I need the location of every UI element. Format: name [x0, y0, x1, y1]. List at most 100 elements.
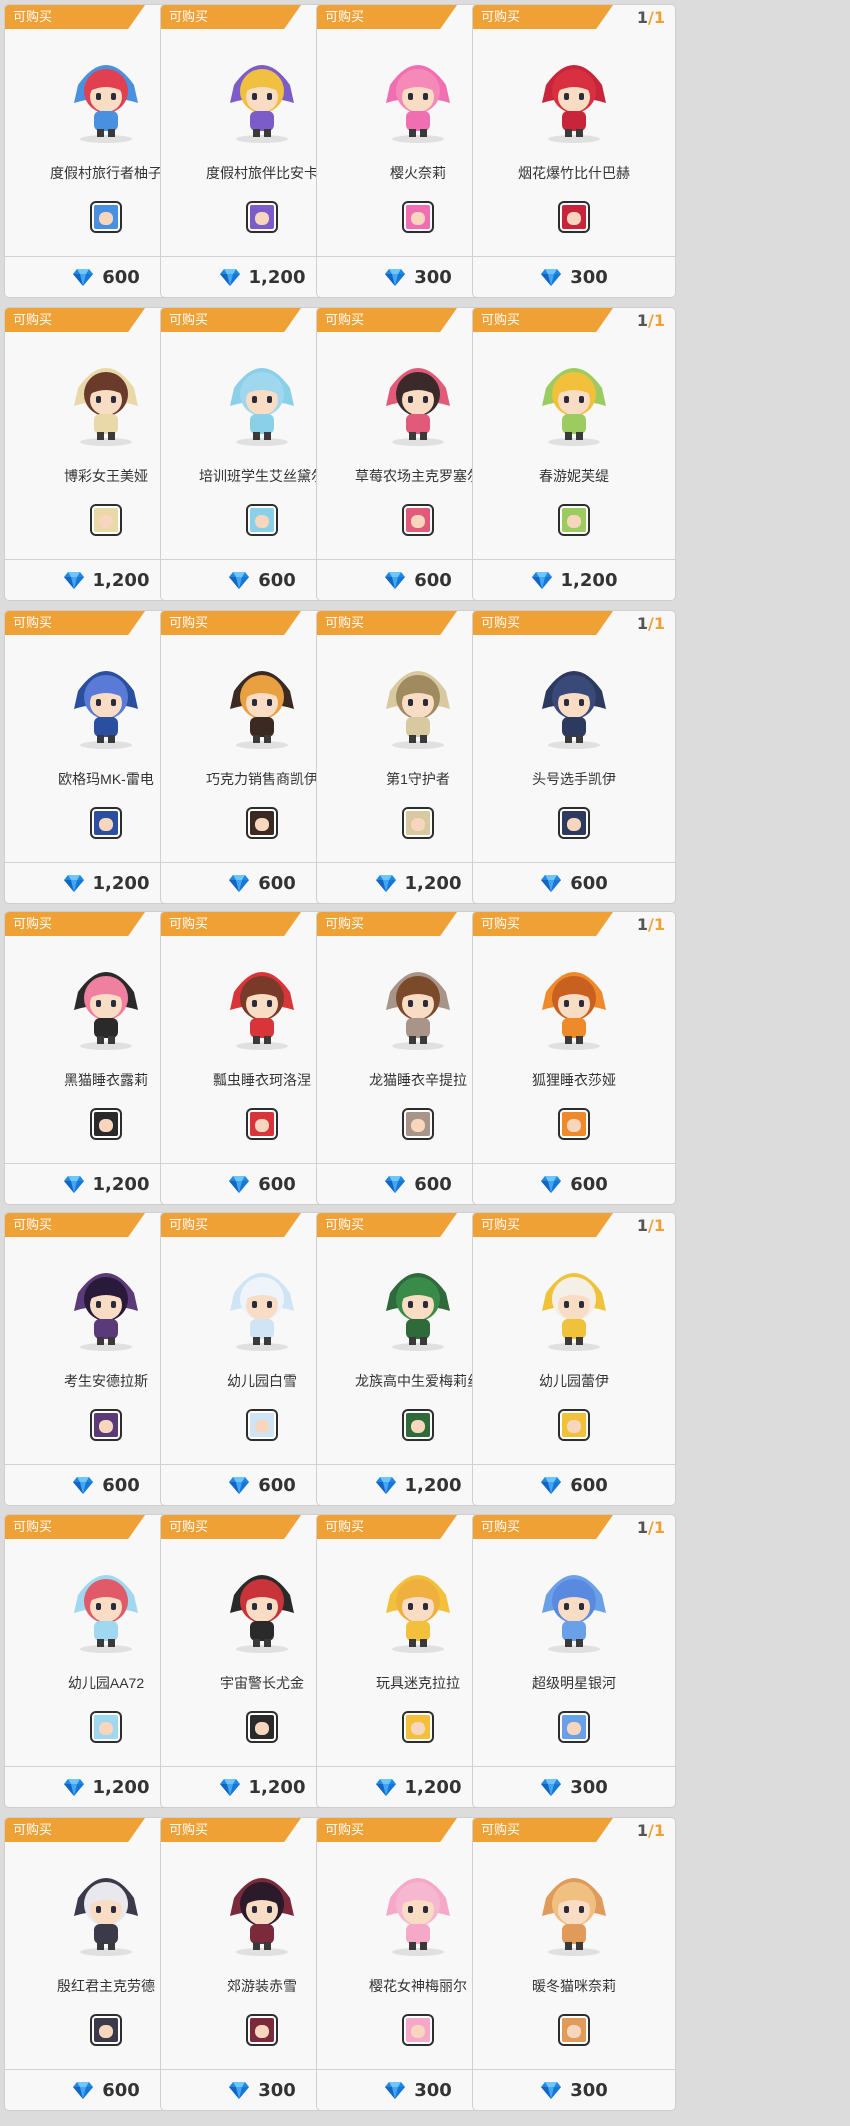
purchase-limit: 1/1	[637, 614, 665, 633]
item-name: 头号选手凯伊	[532, 771, 616, 787]
character-portrait-art	[230, 1273, 294, 1351]
available-badge: 可购买	[161, 1818, 301, 1842]
character-portrait-art	[386, 1878, 450, 1956]
gem-icon	[541, 1477, 562, 1494]
gem-icon	[229, 875, 250, 892]
shop-item-card[interactable]: 可购买 1/1 春游妮芙缇 1,200	[473, 308, 675, 600]
character-thumbnail-icon	[92, 506, 120, 534]
character-portrait-art	[386, 65, 450, 143]
price-bar[interactable]: 600	[473, 1464, 675, 1505]
gem-icon	[541, 1176, 562, 1193]
gem-icon	[541, 875, 562, 892]
character-thumbnail-icon	[404, 506, 432, 534]
character-portrait	[212, 1253, 312, 1353]
shop-item-card[interactable]: 可购买 1/1 暖冬猫咪奈莉 300	[473, 1818, 675, 2110]
available-badge: 可购买	[473, 1213, 613, 1237]
thumbnail-face	[567, 2025, 581, 2038]
price-bar[interactable]: 600	[473, 862, 675, 903]
thumbnail-face	[99, 1420, 113, 1433]
shop-item-card[interactable]: 可购买 1/1 烟花爆竹比什巴赫 300	[473, 5, 675, 297]
limit-count: 1	[653, 1518, 665, 1537]
available-badge: 可购买	[317, 308, 457, 332]
shop-item-card[interactable]: 可购买 1/1 幼儿园蕾伊 600	[473, 1213, 675, 1505]
available-badge: 可购买	[473, 1818, 613, 1842]
purchase-limit: 1/1	[637, 311, 665, 330]
gem-icon	[375, 1477, 396, 1494]
character-thumbnail-icon	[248, 2016, 276, 2044]
character-thumbnail-icon	[248, 1110, 276, 1138]
character-portrait-art	[542, 1878, 606, 1956]
available-badge: 可购买	[161, 1515, 301, 1539]
available-badge: 可购买	[161, 611, 301, 635]
price-value: 1,200	[92, 1173, 150, 1195]
price-value: 600	[414, 1173, 452, 1195]
thumbnail-face	[99, 212, 113, 225]
limit-count: 1	[653, 8, 665, 27]
price-bar[interactable]: 1,200	[473, 559, 675, 600]
gem-icon	[541, 269, 562, 286]
shop-item-card[interactable]: 可购买 1/1 超级明星银河 300	[473, 1515, 675, 1807]
price-value: 1,200	[560, 569, 618, 591]
character-portrait-art	[230, 65, 294, 143]
character-portrait	[524, 1858, 624, 1958]
character-portrait	[524, 348, 624, 448]
thumbnail-face	[567, 818, 581, 831]
available-badge: 可购买	[317, 5, 457, 29]
character-portrait	[368, 1555, 468, 1655]
character-thumbnail-icon	[404, 1713, 432, 1741]
thumbnail-face	[99, 1119, 113, 1132]
character-portrait	[524, 952, 624, 1052]
gem-icon	[375, 875, 396, 892]
character-portrait-art	[386, 368, 450, 446]
item-name: 烟花爆竹比什巴赫	[518, 165, 630, 181]
price-bar[interactable]: 600	[473, 1163, 675, 1204]
thumbnail-face	[567, 212, 581, 225]
character-portrait	[524, 1555, 624, 1655]
purchased-count: 1	[636, 1518, 649, 1537]
character-portrait-art	[74, 972, 138, 1050]
item-name: 幼儿园蕾伊	[539, 1373, 609, 1389]
gem-icon	[541, 1779, 562, 1796]
gem-icon	[541, 2082, 562, 2099]
purchase-limit: 1/1	[637, 1216, 665, 1235]
character-portrait-art	[542, 1575, 606, 1653]
character-portrait	[368, 1253, 468, 1353]
character-thumbnail-icon	[404, 2016, 432, 2044]
character-thumbnail-icon	[560, 2016, 588, 2044]
purchased-count: 1	[636, 915, 649, 934]
thumbnail-face	[99, 818, 113, 831]
price-value: 600	[102, 1474, 140, 1496]
character-portrait	[524, 651, 624, 751]
thumbnail-face	[255, 1420, 269, 1433]
shop-item-card[interactable]: 可购买 1/1 狐狸睡衣莎娅 600	[473, 912, 675, 1204]
gem-icon	[229, 572, 250, 589]
price-value: 600	[414, 569, 452, 591]
thumbnail-face	[99, 515, 113, 528]
character-portrait-art	[230, 368, 294, 446]
character-portrait	[368, 45, 468, 145]
character-thumbnail-icon	[560, 203, 588, 231]
character-portrait-art	[386, 972, 450, 1050]
price-bar[interactable]: 300	[473, 256, 675, 297]
price-value: 1,200	[404, 1776, 462, 1798]
thumbnail-face	[567, 515, 581, 528]
price-bar[interactable]: 300	[473, 1766, 675, 1807]
character-thumbnail-icon	[404, 809, 432, 837]
gem-icon	[73, 1477, 94, 1494]
character-portrait-art	[230, 1878, 294, 1956]
shop-item-card[interactable]: 可购买 1/1 头号选手凯伊 600	[473, 611, 675, 903]
available-badge: 可购买	[5, 912, 145, 936]
price-value: 600	[102, 2079, 140, 2101]
thumbnail-face	[255, 515, 269, 528]
character-portrait-art	[230, 972, 294, 1050]
price-value: 1,200	[92, 1776, 150, 1798]
gem-icon	[229, 2082, 250, 2099]
price-bar[interactable]: 300	[473, 2069, 675, 2110]
character-portrait-art	[386, 1273, 450, 1351]
character-portrait-art	[74, 65, 138, 143]
thumbnail-face	[411, 818, 425, 831]
thumbnail-face	[411, 515, 425, 528]
price-value: 600	[258, 569, 296, 591]
character-portrait	[212, 1555, 312, 1655]
gem-icon	[63, 1176, 84, 1193]
